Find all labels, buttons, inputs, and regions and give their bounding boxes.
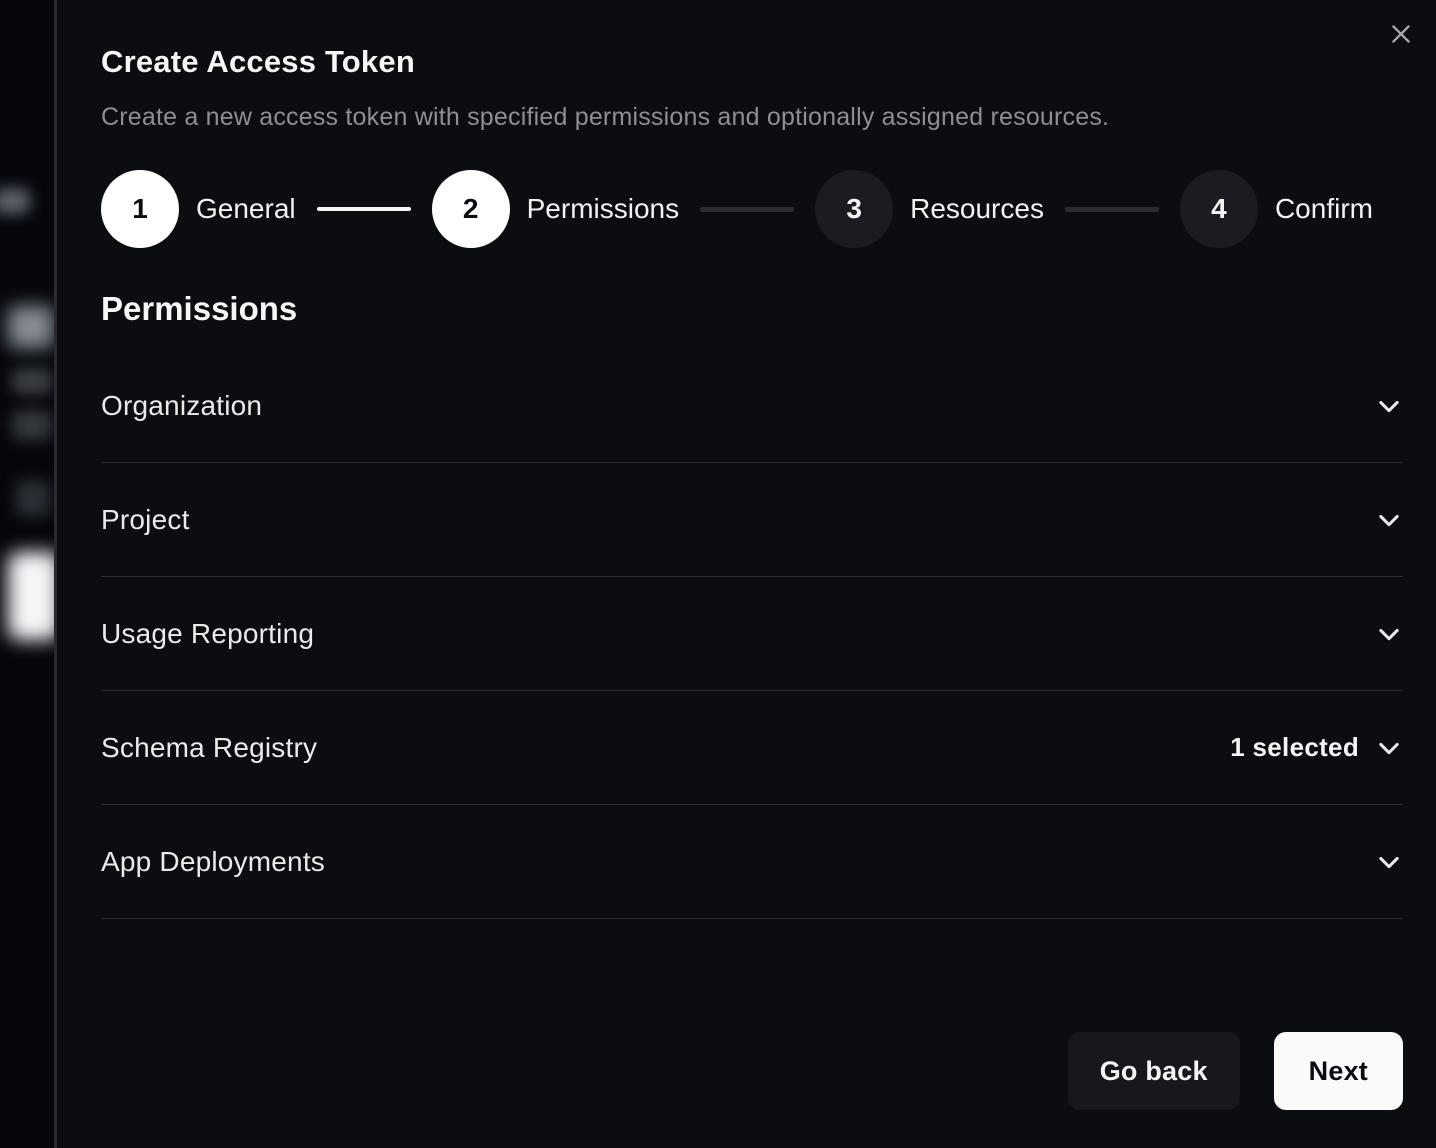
next-button[interactable]: Next [1274, 1032, 1403, 1110]
go-back-button[interactable]: Go back [1068, 1032, 1240, 1110]
accordion-app-deployments[interactable]: App Deployments [101, 805, 1403, 919]
dialog-footer: Go back Next [101, 1032, 1403, 1110]
step-connector [700, 207, 794, 212]
step-number-badge: 2 [432, 170, 510, 248]
accordion-label: Organization [101, 390, 262, 422]
screen: Create Access Token Create a new access … [0, 0, 1436, 1148]
step-resources[interactable]: 3 Resources [815, 170, 1044, 248]
accordion-organization[interactable]: Organization [101, 349, 1403, 463]
chevron-down-icon [1375, 392, 1403, 420]
chevron-down-icon [1375, 620, 1403, 648]
step-number-badge: 3 [815, 170, 893, 248]
accordion-row-right: 1 selected [1230, 732, 1403, 763]
selected-count-badge: 1 selected [1230, 732, 1359, 763]
background-blur-blob [12, 368, 52, 394]
step-label: General [196, 193, 296, 225]
step-label: Confirm [1275, 193, 1373, 225]
permissions-heading: Permissions [101, 290, 1403, 328]
chevron-down-icon [1375, 506, 1403, 534]
step-number-badge: 4 [1180, 170, 1258, 248]
stepper: 1 General 2 Permissions 3 Resources 4 Co… [101, 170, 1403, 248]
accordion-row-right [1375, 848, 1403, 876]
create-access-token-dialog: Create Access Token Create a new access … [57, 0, 1436, 1148]
accordion-row-right [1375, 506, 1403, 534]
background-blur-blob [16, 480, 50, 516]
step-label: Permissions [527, 193, 679, 225]
accordion-label: Schema Registry [101, 732, 317, 764]
permissions-accordion-list: Organization Project Usage [101, 349, 1403, 919]
accordion-label: Usage Reporting [101, 618, 314, 650]
step-confirm[interactable]: 4 Confirm [1180, 170, 1373, 248]
accordion-row-right [1375, 392, 1403, 420]
background-blur-blob [8, 552, 57, 640]
step-permissions[interactable]: 2 Permissions [432, 170, 679, 248]
chevron-down-icon [1375, 734, 1403, 762]
background-blur-blob [12, 410, 52, 440]
background-blur-blob [8, 306, 54, 348]
dialog-title: Create Access Token [101, 44, 1403, 80]
step-connector [1065, 207, 1159, 212]
close-button[interactable] [1386, 20, 1416, 50]
background-page-sliver [0, 0, 57, 1148]
accordion-label: Project [101, 504, 190, 536]
accordion-project[interactable]: Project [101, 463, 1403, 577]
accordion-label: App Deployments [101, 846, 325, 878]
step-label: Resources [910, 193, 1044, 225]
background-blur-blob [0, 188, 30, 214]
accordion-schema-registry[interactable]: Schema Registry 1 selected [101, 691, 1403, 805]
close-icon [1388, 21, 1414, 50]
step-connector [317, 207, 411, 211]
chevron-down-icon [1375, 848, 1403, 876]
accordion-row-right [1375, 620, 1403, 648]
step-number-badge: 1 [101, 170, 179, 248]
accordion-usage-reporting[interactable]: Usage Reporting [101, 577, 1403, 691]
dialog-subtitle: Create a new access token with specified… [101, 103, 1403, 132]
step-general[interactable]: 1 General [101, 170, 296, 248]
